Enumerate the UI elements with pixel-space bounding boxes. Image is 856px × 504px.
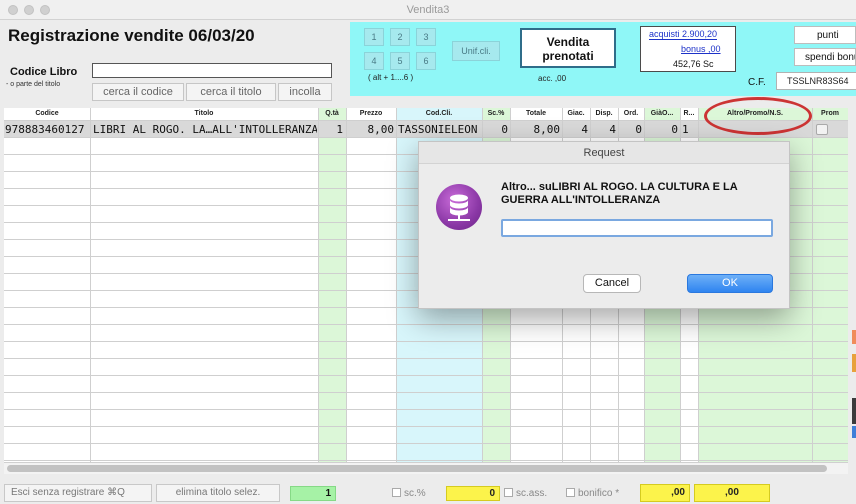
key-2-button[interactable]: 2	[390, 28, 410, 46]
col-sc[interactable]: Sc.%	[482, 108, 510, 120]
key-3-button[interactable]: 3	[416, 28, 436, 46]
cell-codcli: TASSONIELEON	[398, 123, 478, 136]
row-divider	[4, 460, 848, 461]
ok-button[interactable]: OK	[687, 274, 773, 293]
col-codcli[interactable]: Cod.Cli.	[396, 108, 482, 120]
codice-libro-label: Codice Libro	[10, 66, 78, 78]
cell-codice: 978883460127	[5, 123, 85, 136]
col-giac[interactable]: Giac.	[562, 108, 590, 120]
row-divider	[4, 341, 848, 342]
cell-totale: 8,00	[533, 123, 561, 136]
side-marker-amber	[852, 354, 856, 372]
col-ord[interactable]: Ord.	[618, 108, 644, 120]
sc-ass-checkbox[interactable]: sc.ass.	[504, 486, 564, 504]
checkbox-box	[566, 488, 575, 497]
cerca-titolo-button[interactable]: cerca il titolo	[186, 83, 276, 101]
checkbox-box	[504, 488, 513, 497]
punti-button[interactable]: punti	[794, 26, 856, 44]
dialog-text-input[interactable]	[501, 219, 773, 237]
cell-r: 1	[682, 123, 689, 136]
cell-giao: 0	[671, 123, 678, 136]
codice-hint-label: - o parte del titolo	[6, 81, 61, 88]
sc-ass-label: sc.ass.	[516, 488, 548, 499]
cf-value-field[interactable]: TSSLNR83S64	[776, 72, 856, 90]
keys-hint-label: ( alt + 1....6 )	[368, 73, 414, 82]
cell-titolo: LIBRI AL ROGO. LA…ALL'INTOLLERANZA	[93, 123, 317, 136]
esci-senza-registrare-button[interactable]: Esci senza registrare ⌘Q	[4, 484, 152, 502]
acquisti-link[interactable]: acquisti 2.900,20	[649, 29, 718, 40]
col-giao[interactable]: GiàO...	[644, 108, 680, 120]
bonus-link[interactable]: bonus ,00	[681, 44, 721, 54]
key-6-button[interactable]: 6	[416, 52, 436, 70]
sc-percent-value[interactable]: 0	[446, 486, 500, 501]
col-codice[interactable]: Codice	[4, 108, 90, 120]
row-divider	[4, 358, 848, 359]
footer-value-1[interactable]: ,00	[640, 484, 690, 502]
cerca-codice-button[interactable]: cerca il codice	[92, 83, 184, 101]
col-prom[interactable]: Prom	[812, 108, 848, 120]
highlight-ellipse	[704, 97, 812, 135]
row-divider	[4, 443, 848, 444]
title-bar: Vendita3	[0, 0, 856, 20]
checkbox-box	[392, 488, 401, 497]
quantity-count: 1	[290, 486, 336, 501]
spendi-bonus-button[interactable]: spendi bonus	[794, 48, 856, 66]
cf-label: C.F.	[748, 77, 766, 88]
row-divider	[4, 409, 848, 410]
key-1-button[interactable]: 1	[364, 28, 384, 46]
cell-prezzo: 8,00	[367, 123, 395, 136]
horizontal-scrollbar[interactable]	[4, 462, 848, 474]
row-divider	[4, 375, 848, 376]
column-divider	[318, 108, 319, 462]
sc-percent-label: sc.%	[404, 488, 426, 499]
side-marker-orange	[852, 330, 856, 344]
column-divider	[346, 108, 347, 462]
bonifico-checkbox[interactable]: bonifico *	[566, 486, 640, 504]
column-divider	[812, 108, 813, 462]
column-divider	[90, 108, 91, 462]
col-qta[interactable]: Q.tà	[318, 108, 346, 120]
database-icon	[436, 184, 482, 230]
cell-giac: 4	[581, 123, 588, 136]
key-5-button[interactable]: 5	[390, 52, 410, 70]
cell-qta: 1	[336, 123, 343, 136]
col-disp[interactable]: Disp.	[590, 108, 618, 120]
cancel-button[interactable]: Cancel	[583, 274, 641, 293]
request-dialog: Request Altro... suLIBRI AL ROGO. LA CUL…	[418, 141, 790, 309]
window-title: Vendita3	[406, 4, 450, 16]
col-totale[interactable]: Totale	[510, 108, 562, 120]
unif-cli-button[interactable]: Unif.cli.	[452, 41, 500, 61]
key-4-button[interactable]: 4	[364, 52, 384, 70]
bonifico-label: bonifico *	[578, 488, 620, 499]
elimina-titolo-button[interactable]: elimina titolo selez.	[156, 484, 280, 502]
cell-ord: 0	[635, 123, 642, 136]
codice-libro-input[interactable]	[92, 63, 332, 78]
side-marker-dark	[852, 398, 856, 424]
column-divider	[396, 108, 397, 462]
row-divider	[4, 324, 848, 325]
customer-panel: 1 2 3 4 5 6 ( alt + 1....6 ) Unif.cli. V…	[350, 22, 856, 96]
col-r[interactable]: R...	[680, 108, 698, 120]
acc-value: acc. ,00	[538, 74, 567, 83]
side-marker-blue	[852, 426, 856, 438]
row-divider	[4, 426, 848, 427]
cell-disp: 4	[609, 123, 616, 136]
app-window: Vendita3 Registrazione vendite 06/03/20 …	[0, 0, 856, 504]
dialog-title: Request	[419, 142, 789, 164]
footer-value-2[interactable]: ,00	[694, 484, 770, 502]
incolla-button[interactable]: incolla	[278, 83, 332, 101]
sc-value: 452,76 Sc	[673, 59, 714, 69]
col-titolo[interactable]: Titolo	[90, 108, 318, 120]
customer-totals-box: acquisti 2.900,20 bonus ,00 452,76 Sc	[640, 26, 736, 72]
vendita-prenotati-button[interactable]: Vendita prenotati	[520, 28, 616, 68]
cell-sc: 0	[501, 123, 508, 136]
dialog-message: Altro... suLIBRI AL ROGO. LA CULTURA E L…	[501, 181, 738, 206]
scrollbar-thumb[interactable]	[7, 465, 827, 472]
prom-checkbox[interactable]	[816, 124, 828, 135]
col-prezzo[interactable]: Prezzo	[346, 108, 396, 120]
row-divider	[4, 137, 848, 138]
row-divider	[4, 392, 848, 393]
page-title: Registrazione vendite 06/03/20	[8, 26, 255, 45]
sc-percent-checkbox[interactable]: sc.%	[392, 486, 442, 504]
